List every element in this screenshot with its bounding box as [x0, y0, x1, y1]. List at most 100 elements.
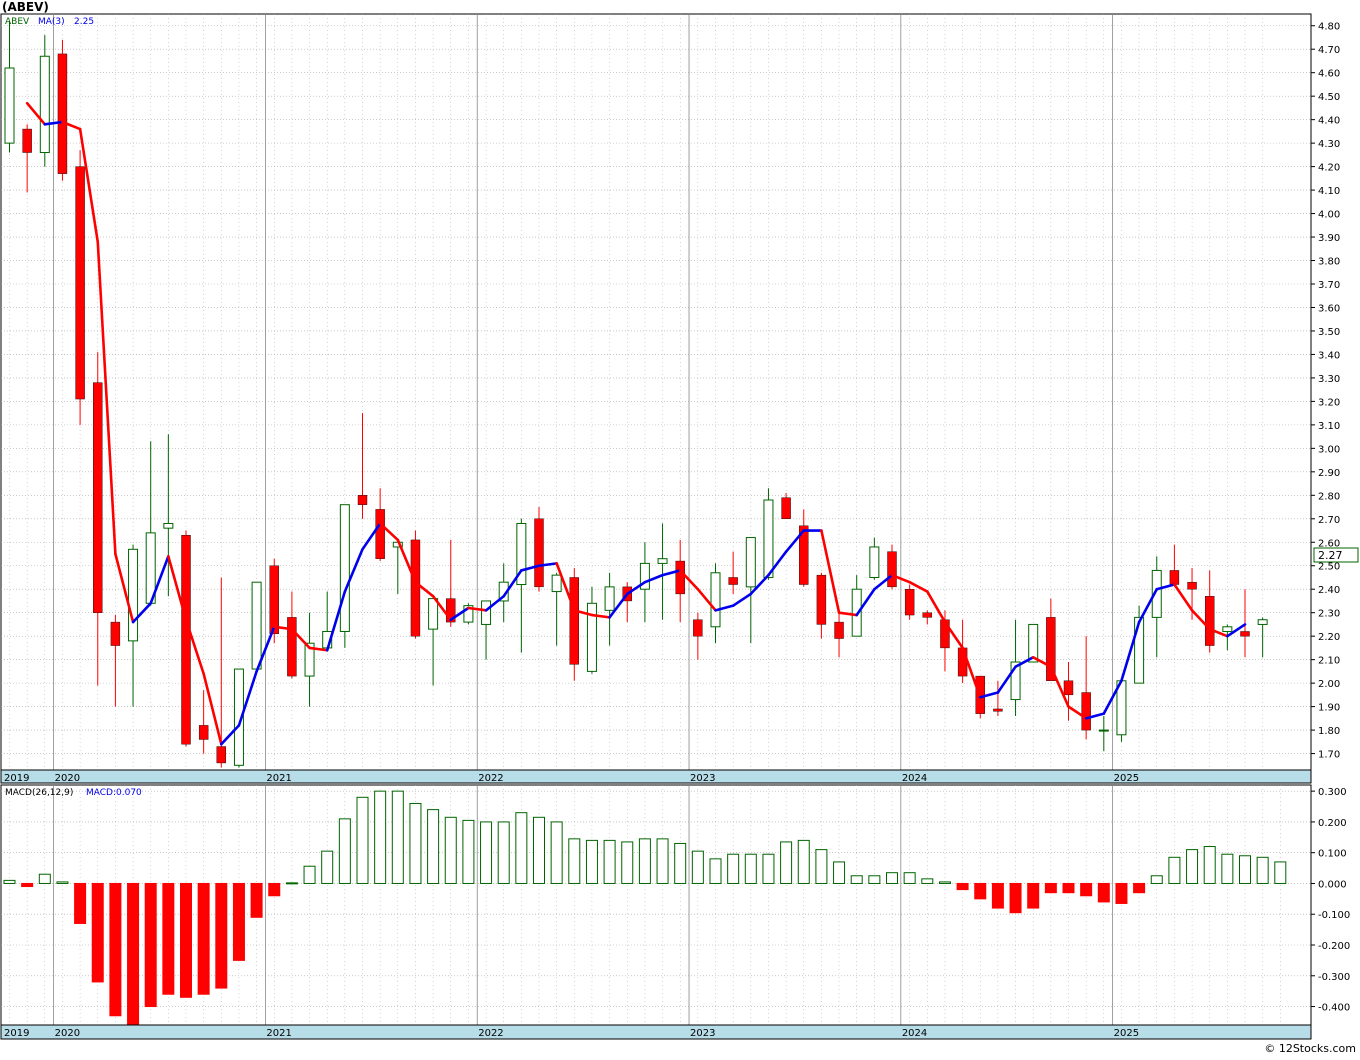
candle-up: [763, 499, 774, 578]
price-y-tick-label: 2.00: [1318, 679, 1340, 690]
macd-y-tick-label: -0.100: [1318, 910, 1350, 921]
candle-down: [1169, 570, 1180, 585]
macd-bar-negative: [956, 882, 969, 891]
candle-down: [569, 577, 579, 665]
macd-bar-positive: [744, 853, 757, 884]
macd-bar-negative: [974, 882, 987, 900]
macd-bar-positive: [427, 809, 440, 884]
candle-down: [287, 617, 297, 677]
candle-up: [1134, 616, 1145, 684]
candle-down: [1187, 581, 1197, 590]
macd-bar-positive: [374, 790, 387, 884]
price-y-tick-label: 3.10: [1318, 421, 1340, 432]
candle-up: [39, 55, 50, 154]
candle-down: [1204, 596, 1215, 646]
price-y-tick-label: 4.20: [1318, 163, 1340, 174]
macd-bar-positive: [603, 839, 616, 884]
macd-bar-positive: [356, 796, 369, 884]
macd-bar-negative: [127, 882, 140, 1026]
macd-bar-negative: [91, 882, 104, 983]
macd-bar-negative: [215, 882, 228, 989]
macd-bar-positive: [674, 842, 687, 884]
candle-down: [534, 518, 544, 588]
macd-bar-positive: [515, 812, 528, 884]
candle-down: [22, 128, 32, 153]
macd-bar-positive: [709, 858, 722, 884]
price-y-tick-label: 4.80: [1318, 22, 1340, 33]
macd-y-tick-label: -0.400: [1318, 1003, 1350, 1014]
macd-bar-positive: [1168, 856, 1181, 884]
candle-down: [1240, 631, 1250, 637]
candle-down: [357, 495, 368, 505]
macd-bar-positive: [56, 881, 69, 884]
macd-bar-negative: [991, 882, 1004, 909]
candle-down: [993, 708, 1003, 712]
macd-x-axis: 2019 2020 2021 2022 2023 2024 2025: [0, 1024, 1312, 1040]
last-price-tag: 2.27: [1313, 547, 1359, 563]
macd-bar-negative: [197, 882, 210, 995]
candle-up: [869, 546, 880, 578]
price-y-tick-label: 4.00: [1318, 210, 1340, 221]
candle-down: [887, 551, 897, 588]
candle-down: [816, 574, 827, 625]
price-y-tick-label: 3.80: [1318, 257, 1340, 268]
price-y-tick-label: 3.40: [1318, 350, 1340, 361]
price-y-tick-label: 4.10: [1318, 186, 1340, 197]
price-y-tick-label: 4.30: [1318, 139, 1340, 150]
price-x-axis: 2019 2020 2021 2022 2023 2024 2025: [0, 769, 1312, 784]
candle-down: [93, 382, 103, 613]
candle-down: [675, 560, 685, 595]
candle-up: [128, 548, 139, 642]
price-y-tick-label: 4.40: [1318, 116, 1340, 127]
price-y-tick-label: 2.70: [1318, 515, 1340, 526]
macd-bar-positive: [444, 816, 457, 884]
macd-bar-positive: [921, 878, 934, 884]
macd-bar-negative: [1097, 882, 1110, 903]
macd-y-tick-label: 0.000: [1318, 879, 1347, 890]
site-credit: © 12Stocks.com: [1264, 1042, 1356, 1055]
macd-bar-positive: [462, 819, 475, 884]
candle-up: [339, 504, 350, 632]
price-y-tick-label: 2.40: [1318, 585, 1340, 596]
macd-y-tick-label: -0.200: [1318, 941, 1350, 952]
price-y-tick-label: 4.50: [1318, 92, 1340, 103]
candle-up: [657, 558, 668, 564]
macd-bar-positive: [1203, 846, 1216, 884]
candle-down: [110, 621, 121, 646]
macd-bar-positive: [1221, 853, 1234, 884]
macd-bar-negative: [109, 882, 122, 1017]
macd-bar-positive: [1239, 855, 1251, 884]
macd-x-label: 2022: [478, 1028, 503, 1039]
candle-down: [922, 612, 932, 618]
macd-bar-positive: [691, 850, 704, 884]
macd-bar-positive: [938, 881, 951, 884]
macd-bar-positive: [409, 802, 422, 884]
price-y-tick-label: 3.30: [1318, 374, 1340, 385]
macd-bar-negative: [1062, 882, 1075, 894]
candle-down: [1063, 680, 1074, 696]
price-y-tick-label: 2.90: [1318, 468, 1340, 479]
macd-y-tick-label: -0.300: [1318, 972, 1350, 983]
macd-bar-positive: [815, 849, 828, 884]
macd-bar-positive: [780, 841, 793, 884]
candle-up: [4, 67, 15, 144]
legend-macd-label: MACD(26,12,9): [5, 788, 73, 798]
macd-x-label: 2024: [902, 1028, 927, 1039]
price-y-tick-label: 2.30: [1318, 609, 1340, 620]
macd-bar-negative: [21, 882, 34, 888]
candle-down: [1081, 692, 1091, 731]
macd-bar-positive: [38, 873, 51, 884]
legend-symbol: ABEV: [5, 17, 30, 27]
macd-bar-positive: [3, 879, 16, 884]
candle-down: [693, 619, 703, 637]
macd-bar-positive: [868, 875, 881, 884]
macd-x-label: 2019: [4, 1028, 29, 1039]
price-x-label: 2024: [902, 773, 927, 784]
price-x-label: 2022: [478, 773, 503, 784]
macd-bar-positive: [1256, 856, 1269, 884]
price-y-tick-label: 1.90: [1318, 703, 1340, 714]
macd-bar-negative: [232, 882, 245, 961]
macd-bar-negative: [268, 882, 281, 897]
macd-bar-negative: [180, 882, 192, 998]
legend-ma-value: 2.25: [74, 17, 94, 27]
